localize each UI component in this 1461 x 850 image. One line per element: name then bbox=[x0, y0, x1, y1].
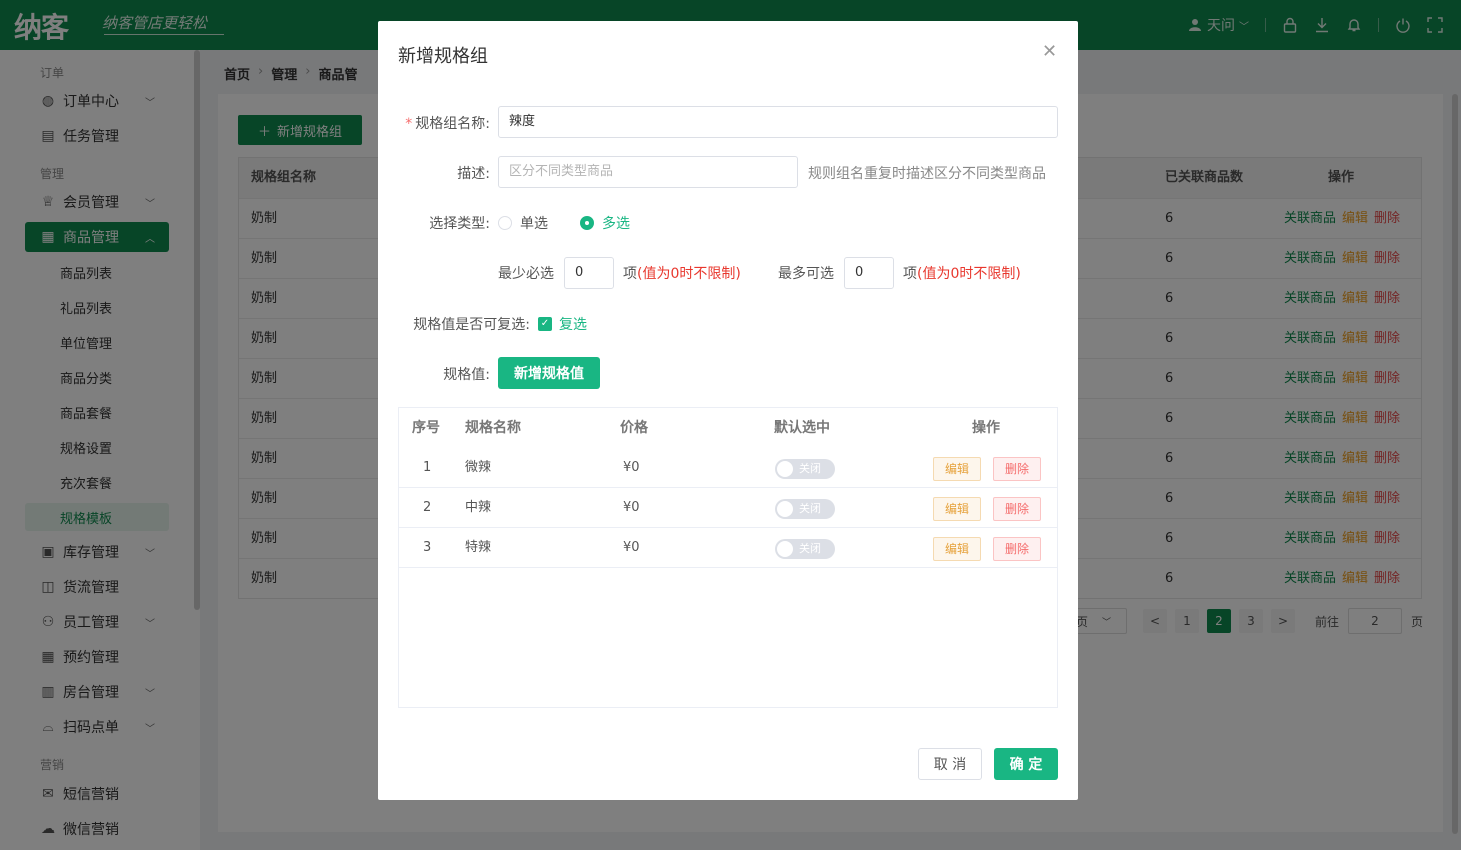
table-row: 3 特辣 ¥0 关闭 编辑 删除 bbox=[399, 528, 1057, 568]
min-select-note: 项(值为0时不限制) bbox=[623, 266, 741, 282]
check-icon: ✓ bbox=[538, 317, 552, 331]
name-label: * 规格组名称: bbox=[405, 116, 490, 132]
row-spec-name: 特辣 bbox=[465, 540, 492, 555]
radio-single[interactable]: 单选 bbox=[498, 213, 548, 233]
row-price: ¥0 bbox=[623, 500, 640, 515]
type-label: 选择类型: bbox=[429, 216, 490, 232]
desc-label: 描述: bbox=[457, 166, 490, 182]
default-selected-switch[interactable]: 关闭 bbox=[775, 499, 835, 519]
values-label: 规格值: bbox=[443, 367, 490, 383]
edit-button[interactable]: 编辑 bbox=[933, 537, 981, 561]
description-input[interactable]: 区分不同类型商品 bbox=[498, 156, 798, 188]
max-select-input[interactable]: 0 bbox=[844, 257, 894, 289]
repeat-checkbox[interactable]: ✓ 复选 bbox=[538, 314, 587, 334]
table-row: 2 中辣 ¥0 关闭 编辑 删除 bbox=[399, 488, 1057, 528]
switch-label: 关闭 bbox=[799, 542, 821, 555]
close-icon[interactable]: ✕ bbox=[1042, 41, 1057, 62]
spec-group-name-input[interactable]: 辣度 bbox=[498, 106, 1058, 138]
add-spec-value-button[interactable]: 新增规格值 bbox=[498, 357, 600, 389]
row-number: 2 bbox=[423, 500, 432, 515]
cancel-button[interactable]: 取 消 bbox=[918, 748, 982, 780]
min-select-label: 最少必选 bbox=[498, 266, 554, 282]
delete-button[interactable]: 删除 bbox=[993, 457, 1041, 481]
description-hint: 规则组名重复时描述区分不同类型商品 bbox=[808, 166, 1046, 182]
spec-values-table: 序号 规格名称 价格 默认选中 操作 1 微辣 ¥0 关闭 编辑 删除 2 中辣 ¥0 关闭 编辑删… bbox=[398, 407, 1058, 708]
switch-knob bbox=[777, 541, 793, 557]
default-selected-switch[interactable]: 关闭 bbox=[775, 459, 835, 479]
column-header-default: 默认选中 bbox=[774, 420, 830, 436]
dialog-title: 新增规格组 bbox=[398, 46, 488, 67]
add-spec-group-dialog: 新增规格组 ✕ * 规格组名称: 辣度 描述: 区分不同类型商品 规则组名重复时描… bbox=[378, 21, 1078, 800]
row-number: 1 bbox=[423, 460, 432, 475]
switch-label: 关闭 bbox=[799, 462, 821, 475]
row-spec-name: 微辣 bbox=[465, 460, 492, 475]
table-row: 1 微辣 ¥0 关闭 编辑 删除 bbox=[399, 448, 1057, 488]
table-header: 序号 规格名称 价格 默认选中 操作 bbox=[399, 408, 1057, 448]
switch-knob bbox=[777, 461, 793, 477]
default-selected-switch[interactable]: 关闭 bbox=[775, 539, 835, 559]
max-select-label: 最多可选 bbox=[778, 266, 834, 282]
max-select-note: 项(值为0时不限制) bbox=[903, 266, 1021, 282]
edit-button[interactable]: 编辑 bbox=[933, 497, 981, 521]
delete-button[interactable]: 删除 bbox=[993, 537, 1041, 561]
delete-button[interactable]: 删除 bbox=[993, 497, 1041, 521]
confirm-button[interactable]: 确 定 bbox=[994, 748, 1058, 780]
row-price: ¥0 bbox=[623, 460, 640, 475]
row-spec-name: 中辣 bbox=[465, 500, 492, 515]
switch-knob bbox=[777, 501, 793, 517]
column-header-price: 价格 bbox=[620, 420, 648, 436]
required-asterisk: * bbox=[405, 116, 413, 132]
radio-circle bbox=[580, 216, 594, 230]
radio-circle bbox=[498, 216, 512, 230]
repeat-label: 规格值是否可复选: bbox=[413, 317, 530, 333]
radio-multiple[interactable]: 多选 bbox=[580, 213, 630, 233]
column-header-name: 规格名称 bbox=[465, 420, 521, 436]
row-number: 3 bbox=[423, 540, 432, 555]
column-header-ops: 操作 bbox=[972, 420, 1000, 436]
min-select-input[interactable]: 0 bbox=[564, 257, 614, 289]
column-header-no: 序号 bbox=[412, 420, 440, 436]
switch-label: 关闭 bbox=[799, 502, 821, 515]
row-price: ¥0 bbox=[623, 540, 640, 555]
edit-button[interactable]: 编辑 bbox=[933, 457, 981, 481]
